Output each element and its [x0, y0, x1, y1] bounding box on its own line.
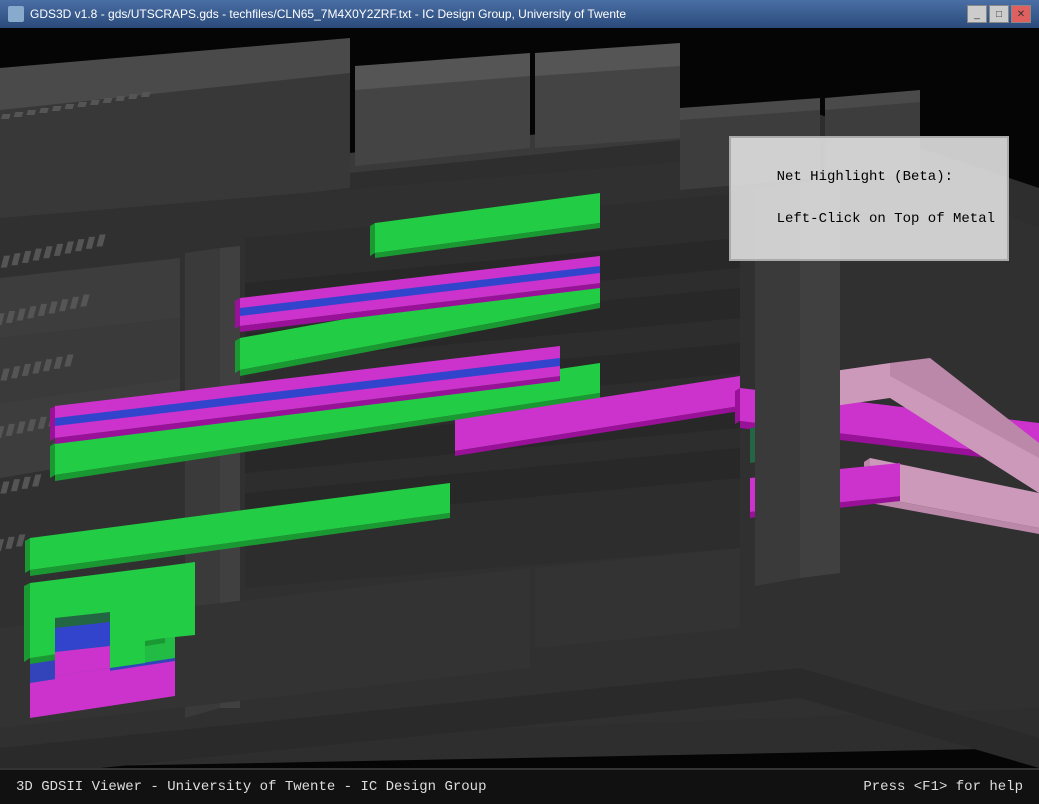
window-title: GDS3D v1.8 - gds/UTSCRAPS.gds - techfile… [30, 7, 626, 21]
maximize-button[interactable]: □ [989, 5, 1009, 23]
3d-viewport[interactable]: Net Highlight (Beta): Left-Click on Top … [0, 28, 1039, 768]
status-bar: 3D GDSII Viewer - University of Twente -… [0, 768, 1039, 804]
status-left-text: 3D GDSII Viewer - University of Twente -… [16, 779, 486, 795]
title-bar-left: GDS3D v1.8 - gds/UTSCRAPS.gds - techfile… [8, 6, 626, 22]
minimize-button[interactable]: _ [967, 5, 987, 23]
window-controls[interactable]: _ □ ✕ [967, 5, 1031, 23]
tooltip-line1: Net Highlight (Beta): [777, 169, 953, 185]
net-highlight-tooltip: Net Highlight (Beta): Left-Click on Top … [729, 136, 1009, 261]
title-bar: GDS3D v1.8 - gds/UTSCRAPS.gds - techfile… [0, 0, 1039, 28]
status-right-text: Press <F1> for help [863, 779, 1023, 795]
app-icon [8, 6, 24, 22]
tooltip-line2: Left-Click on Top of Metal [777, 211, 995, 227]
close-button[interactable]: ✕ [1011, 5, 1031, 23]
